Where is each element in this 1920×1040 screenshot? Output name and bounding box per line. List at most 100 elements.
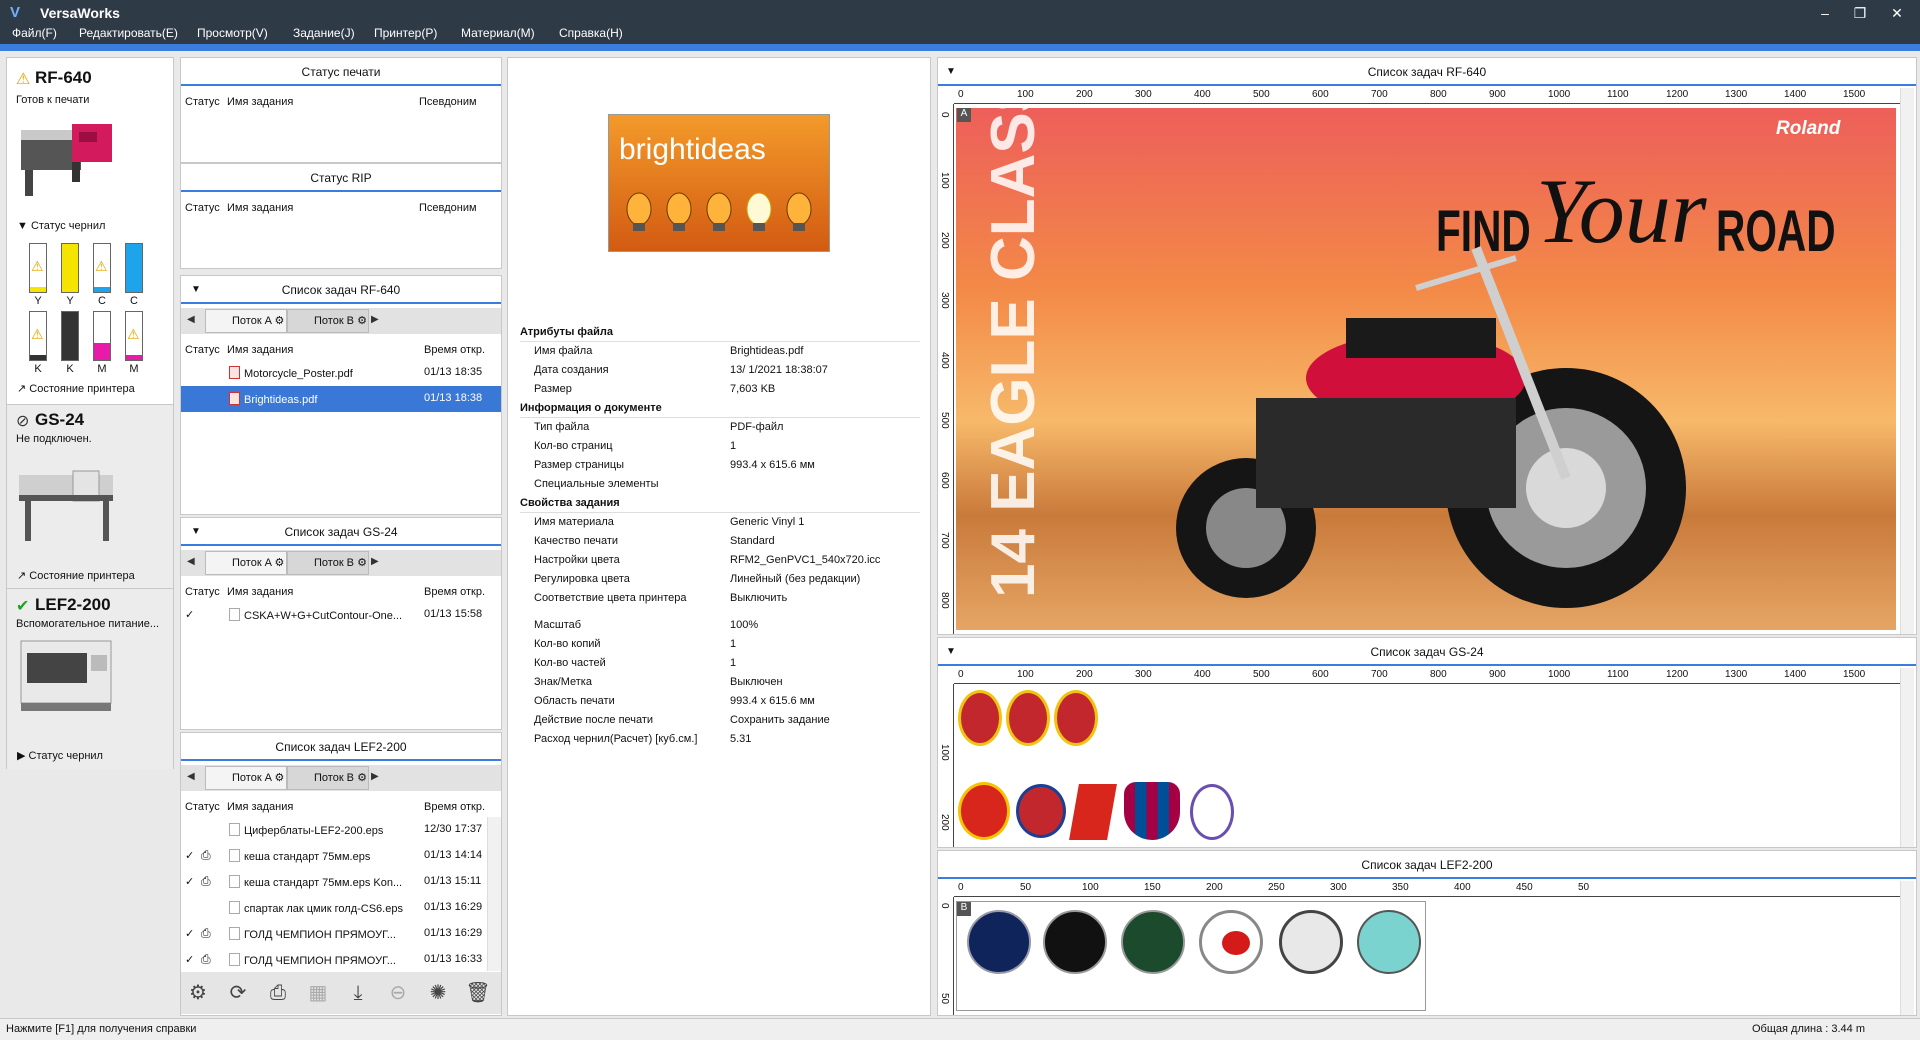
table-row[interactable]: Циферблаты-LEF2-200.eps 12/30 17:37 bbox=[181, 817, 485, 843]
table-row[interactable]: Motorcycle_Poster.pdf 01/13 18:35 bbox=[181, 360, 501, 386]
printer-lef2[interactable]: ✔ LEF2-200 Вспомогательное питание... ▶ … bbox=[7, 589, 173, 769]
club-badge-icon bbox=[1054, 690, 1098, 746]
table-row[interactable]: ✓ CSKA+W+G+CutContour-One... 01/13 15:58 bbox=[181, 602, 501, 628]
gear-icon[interactable]: ⚙ bbox=[357, 557, 367, 569]
col-job-name[interactable]: Имя задания bbox=[227, 202, 293, 214]
ready-check-icon: ✔ bbox=[16, 598, 30, 615]
job-name: кеша стандарт 75мм.eps bbox=[244, 851, 371, 863]
clock-face-icon bbox=[1199, 910, 1263, 974]
col-job-name[interactable]: Имя задания bbox=[227, 344, 293, 356]
attr-value: Линейный (без редакции) bbox=[730, 573, 861, 585]
download-icon[interactable]: ⤓ bbox=[345, 980, 371, 1006]
tab-next-icon[interactable]: ▶ bbox=[371, 771, 379, 782]
h-ruler: 0 100 200 300 400 500 600 700 800 900 1000 1100 1200… bbox=[954, 88, 1900, 104]
refresh-icon[interactable]: ⟳ bbox=[225, 980, 251, 1006]
minimize-icon[interactable]: – bbox=[1810, 2, 1840, 24]
tab-prev-icon[interactable]: ◀ bbox=[187, 556, 195, 567]
spinner-icon[interactable]: ✺ bbox=[425, 980, 451, 1006]
menu-help[interactable]: Справка(H) bbox=[559, 26, 623, 40]
menu-job[interactable]: Задание(J) bbox=[293, 26, 355, 40]
menu-bar: Файл(F) Редактировать(E) Просмотр(V) Зад… bbox=[0, 26, 1920, 44]
ruler-tick-label: 700 bbox=[1371, 89, 1388, 100]
ruler-tick-label: 200 bbox=[1076, 669, 1093, 680]
layout-scrollbar[interactable] bbox=[1900, 881, 1914, 1015]
printer-image-icon bbox=[21, 124, 112, 196]
ink-status-label: Статус чернил bbox=[28, 750, 103, 762]
col-alias[interactable]: Псевдоним bbox=[419, 202, 477, 214]
queue-scrollbar[interactable] bbox=[487, 817, 501, 971]
gear-icon[interactable]: ⚙ bbox=[357, 772, 367, 784]
ink-status-toggle[interactable]: ▼ Статус чернил bbox=[17, 220, 105, 232]
attr-value: 5.31 bbox=[730, 733, 752, 745]
menu-media[interactable]: Материал(M) bbox=[461, 26, 535, 40]
chevron-down-icon[interactable]: ▼ bbox=[191, 276, 201, 304]
col-open-time[interactable]: Время откр. bbox=[424, 344, 485, 356]
nest-icon[interactable]: ▦ bbox=[305, 980, 331, 1006]
table-row[interactable]: ✓ ⎙ кеша стандарт 75мм.eps 01/13 14:14 bbox=[181, 843, 485, 869]
poster-preview[interactable]: A Roland FIND Your ROAD 14 EAGLE CLASSIC bbox=[956, 108, 1896, 630]
gear-icon[interactable]: ⚙ bbox=[274, 315, 284, 327]
col-status[interactable]: Статус bbox=[185, 96, 220, 108]
col-status[interactable]: Статус bbox=[185, 202, 220, 214]
ink-status-toggle[interactable]: ▶ Статус чернил bbox=[17, 749, 103, 762]
eps-file-icon bbox=[229, 927, 240, 940]
ruler-tick-label: 600 bbox=[1312, 89, 1329, 100]
layout-scrollbar[interactable] bbox=[1900, 668, 1914, 847]
ruler-tick-label: 800 bbox=[1430, 89, 1447, 100]
ruler-tick-label: 900 bbox=[1489, 669, 1506, 680]
gear-icon[interactable]: ⚙ bbox=[274, 772, 284, 784]
warning-icon: ⚠ bbox=[95, 258, 108, 274]
attr-label: Имя файла bbox=[534, 345, 593, 357]
chevron-down-icon[interactable]: ▼ bbox=[946, 58, 956, 86]
printer-status-link[interactable]: ↗ Состояние принтера bbox=[17, 382, 135, 395]
tab-next-icon[interactable]: ▶ bbox=[371, 556, 379, 567]
badges-preview[interactable] bbox=[956, 686, 1896, 846]
chevron-down-icon[interactable]: ▼ bbox=[946, 638, 956, 666]
col-open-time[interactable]: Время откр. bbox=[424, 586, 485, 598]
cancel-icon[interactable]: ⊖ bbox=[385, 980, 411, 1006]
table-row[interactable]: ✓ ⎙ ГОЛД ЧЕМПИОН ПРЯМОУГ... 01/13 16:33 bbox=[181, 947, 485, 973]
panel-title: Статус печати bbox=[181, 58, 501, 86]
col-job-name[interactable]: Имя задания bbox=[227, 586, 293, 598]
col-job-name[interactable]: Имя задания bbox=[227, 96, 293, 108]
col-job-name[interactable]: Имя задания bbox=[227, 801, 293, 813]
menu-printer[interactable]: Принтер(P) bbox=[374, 26, 437, 40]
table-row-selected[interactable]: Brightideas.pdf 01/13 18:38 bbox=[181, 386, 501, 412]
print-icon[interactable]: ⎙ bbox=[265, 980, 291, 1006]
tab-stream-b[interactable]: Поток B ⚙ bbox=[287, 766, 369, 790]
menu-file[interactable]: Файл(F) bbox=[12, 26, 57, 40]
ruler-tick-label: 0 bbox=[939, 903, 950, 909]
restore-icon[interactable]: ❐ bbox=[1845, 2, 1875, 24]
tab-prev-icon[interactable]: ◀ bbox=[187, 771, 195, 782]
trash-icon[interactable]: 🗑 bbox=[465, 980, 491, 1006]
col-status[interactable]: Статус bbox=[185, 344, 220, 356]
col-status[interactable]: Статус bbox=[185, 801, 220, 813]
queue-tabs: ◀ Поток A ⚙ Поток B ⚙ ▶ bbox=[181, 765, 501, 791]
tab-stream-b[interactable]: Поток B ⚙ bbox=[287, 309, 369, 333]
printer-status-link[interactable]: ↗ Состояние принтера bbox=[17, 569, 135, 582]
menu-edit[interactable]: Редактировать(E) bbox=[79, 26, 178, 40]
tab-stream-a[interactable]: Поток A ⚙ bbox=[205, 766, 287, 790]
tab-prev-icon[interactable]: ◀ bbox=[187, 314, 195, 325]
tab-stream-b[interactable]: Поток B ⚙ bbox=[287, 551, 369, 575]
table-row[interactable]: ✓ ⎙ ГОЛД ЧЕМПИОН ПРЯМОУГ... 01/13 16:29 bbox=[181, 921, 485, 947]
clock-faces-preview[interactable]: B bbox=[956, 901, 1426, 1011]
printer-gs24[interactable]: ⊘ GS-24 Не подключен. ↗ Состояние принте… bbox=[7, 405, 173, 588]
settings-gear-icon[interactable]: ⚙ bbox=[185, 980, 211, 1006]
tab-next-icon[interactable]: ▶ bbox=[371, 314, 379, 325]
table-row[interactable]: спартак лак цмик голд-CS6.eps 01/13 16:29 bbox=[181, 895, 485, 921]
table-row[interactable]: ✓ ⎙ кеша стандарт 75мм.eps Kon... 01/13 15:… bbox=[181, 869, 485, 895]
close-icon[interactable]: ✕ bbox=[1882, 2, 1912, 24]
col-status[interactable]: Статус bbox=[185, 586, 220, 598]
tab-stream-a[interactable]: Поток A ⚙ bbox=[205, 551, 287, 575]
tab-stream-a[interactable]: Поток A ⚙ bbox=[205, 309, 287, 333]
col-open-time[interactable]: Время откр. bbox=[424, 801, 485, 813]
menu-view[interactable]: Просмотр(V) bbox=[197, 26, 268, 40]
gear-icon[interactable]: ⚙ bbox=[274, 557, 284, 569]
chevron-down-icon[interactable]: ▼ bbox=[191, 518, 201, 546]
printer-rf640[interactable]: ⚠ RF-640 Готов к печати ▼ Статус чернил … bbox=[7, 58, 173, 404]
col-alias[interactable]: Псевдоним bbox=[419, 96, 477, 108]
warning-icon: ⚠ bbox=[31, 326, 44, 342]
gear-icon[interactable]: ⚙ bbox=[357, 315, 367, 327]
layout-scrollbar[interactable] bbox=[1900, 88, 1914, 634]
